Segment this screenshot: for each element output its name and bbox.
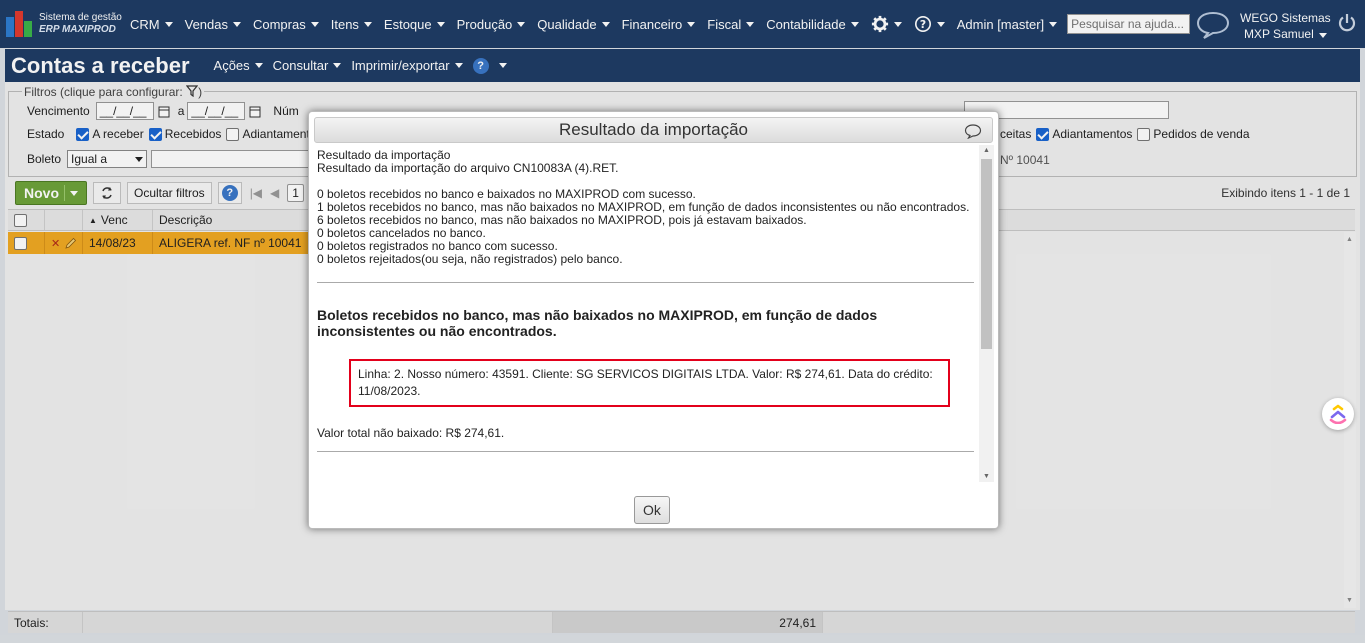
divider xyxy=(317,451,974,452)
dialog-header: Resultado da importação xyxy=(314,117,993,143)
dialog-body[interactable]: Resultado da importação Resultado da imp… xyxy=(317,149,975,481)
comment-icon[interactable] xyxy=(964,123,982,139)
scroll-thumb[interactable] xyxy=(981,159,992,349)
scroll-up-icon[interactable]: ▲ xyxy=(983,147,990,154)
scroll-down-icon[interactable]: ▼ xyxy=(983,473,990,480)
dialog-title: Resultado da importação xyxy=(558,120,748,139)
highlighted-record: Linha: 2. Nosso número: 43591. Cliente: … xyxy=(349,359,950,407)
dialog-scrollbar[interactable]: ▲ ▼ xyxy=(979,145,994,482)
divider xyxy=(317,282,974,283)
summary-line: 0 boletos rejeitados(ou seja, não regist… xyxy=(317,252,623,266)
total-not-settled: Valor total não baixado: R$ 274,61. xyxy=(317,426,505,440)
clickup-widget-icon[interactable] xyxy=(1322,398,1354,430)
ok-button[interactable]: Ok xyxy=(634,496,670,524)
import-result-dialog: Resultado da importação Resultado da imp… xyxy=(308,111,999,529)
section-heading: Boletos recebidos no banco, mas não baix… xyxy=(317,307,878,339)
clickup-logo-icon xyxy=(1329,404,1347,424)
intro-line-2: Resultado da importação do arquivo CN100… xyxy=(317,161,619,175)
